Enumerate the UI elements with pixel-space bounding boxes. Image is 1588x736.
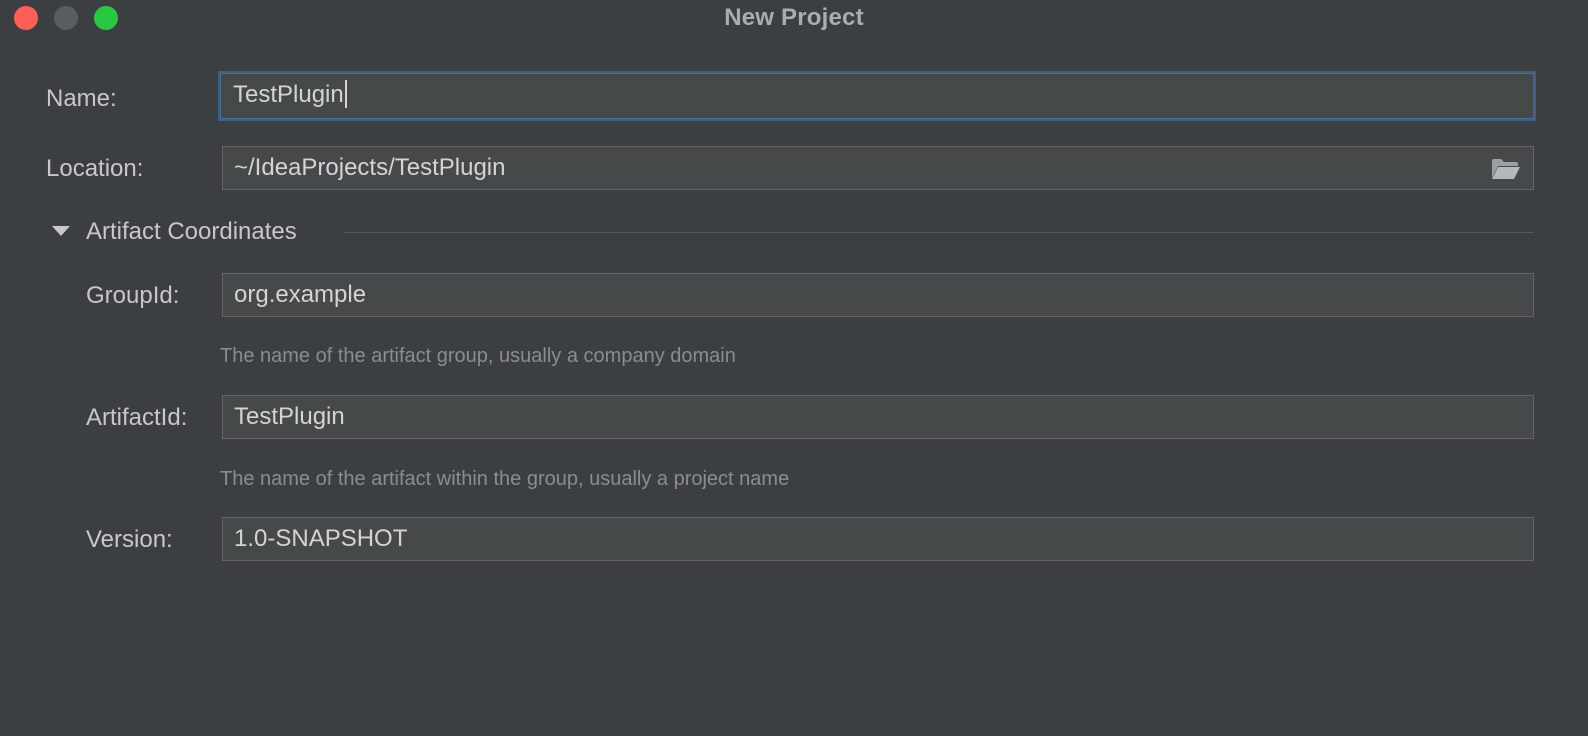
name-input[interactable]: TestPlugin: [218, 71, 1536, 121]
name-label: Name:: [46, 85, 117, 112]
version-label: Version:: [86, 526, 173, 553]
location-input[interactable]: ~/IdeaProjects/TestPlugin: [222, 146, 1534, 190]
artifact-id-input-value: TestPlugin: [234, 403, 345, 430]
version-input[interactable]: 1.0-SNAPSHOT: [222, 517, 1534, 561]
section-divider: [344, 232, 1534, 233]
artifact-id-hint: The name of the artifact within the grou…: [220, 468, 790, 490]
artifact-coordinates-header[interactable]: Artifact Coordinates: [86, 217, 297, 247]
artifact-id-label: ArtifactId:: [86, 404, 188, 431]
group-id-label: GroupId:: [86, 282, 180, 309]
folder-icon[interactable]: [1491, 158, 1521, 180]
artifact-id-input[interactable]: TestPlugin: [222, 395, 1534, 439]
window-title: New Project: [724, 4, 864, 31]
title-bar[interactable]: New Project: [0, 0, 1588, 36]
location-label: Location:: [46, 155, 144, 182]
location-input-value: ~/IdeaProjects/TestPlugin: [234, 154, 506, 181]
group-id-input-value: org.example: [234, 281, 367, 308]
text-caret: [344, 79, 347, 108]
group-id-input[interactable]: org.example: [222, 273, 1534, 317]
group-id-hint: The name of the artifact group, usually …: [220, 345, 736, 367]
new-project-dialog: New Project Name: TestPlugin Location: ~…: [0, 0, 1588, 736]
name-input-value: TestPlugin: [233, 81, 344, 108]
version-input-value: 1.0-SNAPSHOT: [234, 525, 408, 552]
collapse-arrow-icon[interactable]: [52, 226, 70, 236]
